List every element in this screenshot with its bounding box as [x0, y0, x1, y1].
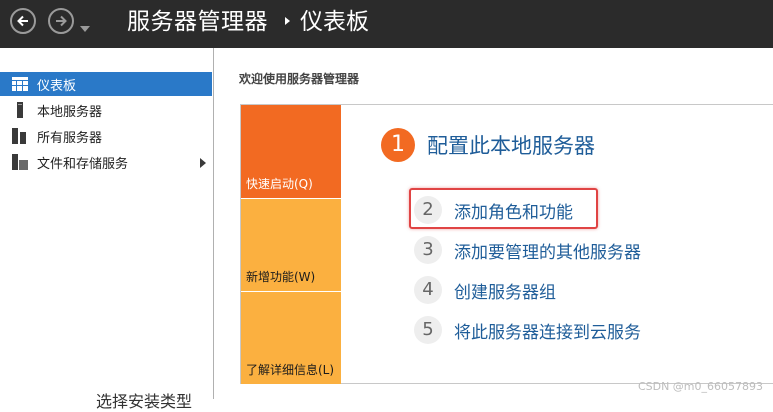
title-bar: 服务器管理器 仪表板	[0, 0, 773, 48]
sidebar-item-all-servers[interactable]: 所有服务器	[0, 124, 212, 148]
server-icon	[12, 102, 28, 118]
sidebar-item-dashboard[interactable]: 仪表板	[0, 72, 212, 96]
storage-icon	[12, 154, 28, 170]
sidebar-item-label: 本地服务器	[37, 104, 103, 120]
configure-local-server-link[interactable]: 配置此本地服务器	[427, 130, 595, 160]
highlight-box	[409, 188, 598, 229]
step-connect-cloud[interactable]: 5 将此服务器连接到云服务	[414, 315, 641, 345]
sidebar-item-label: 仪表板	[37, 78, 77, 94]
welcome-panel: 快速启动(Q) 新增功能(W) 了解详细信息(L) 1 配置此本地服务器 2 添…	[240, 104, 773, 384]
step-create-group[interactable]: 4 创建服务器组	[414, 275, 556, 305]
page-title: 仪表板	[300, 9, 369, 35]
tile-learn-more[interactable]: 了解详细信息(L)	[241, 292, 341, 384]
sidebar-item-local-server[interactable]: 本地服务器	[0, 98, 212, 122]
app-title: 服务器管理器	[127, 9, 268, 35]
step-number: 3	[414, 236, 442, 264]
breadcrumb-separator-icon	[284, 13, 292, 32]
tile-label: 了解详细信息(L)	[246, 363, 335, 377]
dashboard-icon	[12, 76, 28, 92]
servers-icon	[12, 128, 28, 144]
step-number: 1	[381, 128, 415, 162]
sidebar-item-label: 所有服务器	[37, 130, 103, 146]
watermark: CSDN @m0_66057893	[637, 380, 763, 393]
connect-cloud-link[interactable]: 将此服务器连接到云服务	[454, 318, 641, 343]
tile-whats-new[interactable]: 新增功能(W)	[241, 199, 341, 291]
step-number: 5	[414, 316, 442, 344]
background-window-text: 选择安装类型	[96, 392, 193, 411]
arrow-left-icon	[17, 15, 28, 27]
tile-label: 快速启动(Q)	[246, 177, 313, 191]
sidebar: 仪表板 本地服务器 所有服务器 文件和存储服务	[0, 48, 214, 399]
create-server-group-link[interactable]: 创建服务器组	[454, 278, 556, 303]
main-content: 欢迎使用服务器管理器 快速启动(Q) 新增功能(W) 了解详细信息(L) 1 配…	[214, 48, 773, 399]
chevron-down-icon	[80, 26, 90, 32]
back-button[interactable]	[10, 8, 36, 34]
welcome-heading: 欢迎使用服务器管理器	[239, 72, 360, 86]
tile-quick-start[interactable]: 快速启动(Q)	[241, 105, 341, 198]
arrow-right-icon	[56, 15, 67, 27]
step-number: 4	[414, 276, 442, 304]
sidebar-item-file-storage[interactable]: 文件和存储服务	[0, 150, 212, 174]
sidebar-item-label: 文件和存储服务	[37, 156, 129, 172]
chevron-right-icon[interactable]	[200, 157, 206, 172]
history-dropdown[interactable]	[80, 17, 90, 36]
step-add-servers[interactable]: 3 添加要管理的其他服务器	[414, 235, 641, 265]
forward-button[interactable]	[48, 8, 74, 34]
tile-label: 新增功能(W)	[246, 270, 316, 284]
add-servers-link[interactable]: 添加要管理的其他服务器	[454, 238, 641, 263]
